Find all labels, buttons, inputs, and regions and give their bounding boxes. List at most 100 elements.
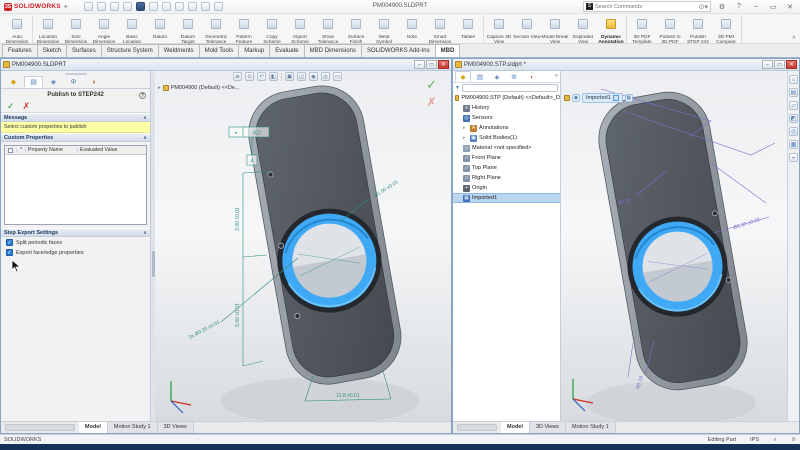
display-manager-tab[interactable]: ◑ — [84, 76, 103, 88]
section-view-icon[interactable]: ◧ — [269, 72, 278, 81]
tab-markup[interactable]: Markup — [238, 44, 271, 57]
ribbon-tables[interactable]: Tables — [454, 15, 482, 40]
status-units[interactable]: IPS — [750, 437, 759, 443]
tree-item-annotations[interactable]: ▸ A Annotations — [453, 123, 560, 133]
tree-item-right-plane[interactable]: ▱ Right Plane — [453, 173, 560, 183]
print-icon[interactable] — [135, 2, 145, 11]
search-dropdown-icon[interactable]: ▾ — [704, 3, 708, 11]
custom-properties-collapse-icon[interactable]: ∧ — [143, 135, 147, 141]
ribbon-angle-dimension[interactable]: Angle Dimension — [90, 15, 118, 45]
edit-appearance-icon[interactable]: ◎ — [321, 72, 330, 81]
tree-item-history[interactable]: ≡ History — [453, 103, 560, 113]
graphics-area-left[interactable]: ⌖ .002 A 3.00 ±0.01 5.00 ±0.01 Ø1.50 ±0.… — [155, 71, 451, 421]
save-icon[interactable] — [122, 2, 132, 11]
dimxpert-manager-tab[interactable]: Φ — [64, 76, 83, 88]
right-configuration-manager-tab[interactable]: ◈ — [489, 71, 505, 82]
redo-icon[interactable] — [161, 2, 171, 11]
ribbon-3d-pmi-compare[interactable]: 3D PMI Compare — [712, 15, 740, 45]
left-tab-3d-views[interactable]: 3D Views — [157, 422, 194, 433]
tab-structure-system[interactable]: Structure System — [100, 44, 159, 57]
help-icon[interactable]: ? — [733, 3, 745, 10]
ribbon-pattern-feature[interactable]: Pattern Feature — [230, 15, 258, 45]
imported1-context-chip[interactable]: Imported1 — [582, 93, 623, 103]
command-ok-button[interactable]: ✓ — [7, 101, 15, 112]
right-window-close-button[interactable]: ✕ — [786, 60, 797, 69]
search-commands-input[interactable] — [595, 3, 699, 10]
message-collapse-icon[interactable]: ∧ — [143, 115, 147, 121]
right-feature-manager-tab[interactable]: ◆ — [455, 71, 471, 82]
view-orientation-icon[interactable]: ▣ — [285, 72, 294, 81]
flyout-feature-tree[interactable]: ▸ PM004900 (Default) <<De... — [158, 85, 240, 91]
ribbon-size-dimension[interactable]: Size Dimension — [62, 15, 90, 45]
solid-bodies-expand-icon[interactable]: ▸ — [463, 135, 468, 141]
right-window-minimize-button[interactable]: – — [762, 60, 773, 69]
tree-item-material[interactable]: ◇ Material <not specified> — [453, 143, 560, 153]
ribbon-location-dimension[interactable]: Location Dimension — [34, 15, 62, 45]
menu-flyout-arrow[interactable]: ▸ — [65, 3, 68, 10]
right-tab-motion-study-1[interactable]: Motion Study 1 — [566, 422, 616, 433]
ribbon-exploded-view[interactable]: Exploded View — [569, 15, 597, 45]
property-manager-tab[interactable]: ▤ — [24, 76, 43, 88]
tree-root[interactable]: PM004900.STP (Default) <<Default>_D — [453, 93, 560, 103]
hide-show-items-icon[interactable]: ◉ — [309, 72, 318, 81]
search-commands-box[interactable]: S ⊙ ▾ — [583, 1, 711, 12]
rebuild-icon[interactable] — [187, 2, 197, 11]
app-close-button[interactable]: ✕ — [784, 3, 796, 11]
message-section-header[interactable]: Message ∧ — [1, 113, 150, 122]
command-help-icon[interactable]: ? — [139, 91, 146, 99]
open-file-icon[interactable] — [109, 2, 119, 11]
right-property-manager-tab[interactable]: ▤ — [472, 71, 488, 82]
step-export-settings-section-header[interactable]: Step Export Settings ∧ — [1, 228, 150, 237]
ribbon-section-view[interactable]: Section View — [513, 15, 541, 40]
option-export-face-edge-properties[interactable]: ✓ Export face/edge properties — [1, 247, 150, 257]
taskpane-scenes-icon[interactable]: ◎ — [789, 127, 798, 136]
previous-view-icon[interactable]: ↶ — [257, 72, 266, 81]
app-minimize-button[interactable]: – — [750, 3, 762, 10]
tree-item-origin[interactable]: + Origin — [453, 183, 560, 193]
annotations-expand-icon[interactable]: ▸ — [463, 125, 468, 131]
tab-surfaces[interactable]: Surfaces — [66, 44, 102, 57]
split-periodic-faces-checkbox[interactable]: ✓ — [6, 239, 13, 246]
tab-features[interactable]: Features — [2, 44, 38, 57]
zoom-area-icon[interactable]: ⊙ — [245, 72, 254, 81]
taskpane-design-library-icon[interactable]: ▤ — [789, 88, 798, 97]
right-display-manager-tab[interactable]: ◑ — [523, 71, 539, 82]
taskpane-forum-icon[interactable]: ◒ — [789, 153, 798, 162]
tab-weldments[interactable]: Weldments — [157, 44, 200, 57]
configuration-manager-tab[interactable]: ◈ — [44, 76, 63, 88]
step-settings-collapse-icon[interactable]: ∧ — [143, 230, 147, 236]
ribbon-datum[interactable]: Datum — [146, 15, 174, 40]
select-all-cell[interactable] — [5, 147, 17, 153]
hide-show-eye-icon[interactable]: ◉ — [572, 94, 580, 102]
ribbon-copy-scheme[interactable]: Copy Scheme — [258, 15, 286, 45]
undo-icon[interactable] — [148, 2, 158, 11]
taskpane-custom-properties-icon[interactable]: ▦ — [789, 140, 798, 149]
ribbon-weld-symbol[interactable]: Weld Symbol — [370, 15, 398, 45]
ribbon-geometric-tolerance[interactable]: Geometric Tolerance — [202, 15, 230, 45]
file-properties-icon[interactable] — [200, 2, 210, 11]
status-caret-icon[interactable]: ∧ — [773, 437, 777, 443]
tab-mbd-dimensions[interactable]: MBD Dimensions — [303, 44, 362, 57]
left-tab-model[interactable]: Model — [79, 422, 108, 433]
tab-sketch[interactable]: Sketch — [36, 44, 68, 57]
flyout-expand-icon[interactable]: ▸ — [158, 85, 161, 91]
context-action-icon[interactable]: ▦ — [624, 94, 633, 102]
tab-evaluate[interactable]: Evaluate — [269, 44, 305, 57]
ribbon-publish-to-3d-pdf[interactable]: Publish to 3D PDF — [656, 15, 684, 45]
panel-collapse-nub[interactable] — [64, 73, 87, 75]
confirm-cancel-icon[interactable]: ✗ — [426, 95, 437, 109]
left-window-close-button[interactable]: ✕ — [438, 60, 449, 69]
taskpane-appearances-icon[interactable]: ◩ — [789, 114, 798, 123]
tree-item-sensors[interactable]: ◎ Sensors — [453, 113, 560, 123]
options-icon[interactable] — [213, 2, 223, 11]
status-gear-icon[interactable]: ⚙ — [791, 437, 796, 443]
left-window-minimize-button[interactable]: – — [414, 60, 425, 69]
taskpane-file-explorer-icon[interactable]: ▱ — [789, 101, 798, 110]
ribbon-capture-3d-view[interactable]: Capture 3D View — [485, 15, 513, 45]
custom-properties-table[interactable]: * Property Name Evaluated Value — [4, 145, 147, 225]
feature-manager-tab[interactable]: ◆ — [4, 76, 23, 88]
ribbon-smart-dimension[interactable]: Smart Dimension — [426, 15, 454, 45]
tree-item-imported1[interactable]: ▦ Imported1 — [453, 193, 560, 203]
export-face-edge-properties-checkbox[interactable]: ✓ — [6, 249, 13, 256]
help-options-gear-icon[interactable]: ⚙ — [716, 3, 728, 11]
